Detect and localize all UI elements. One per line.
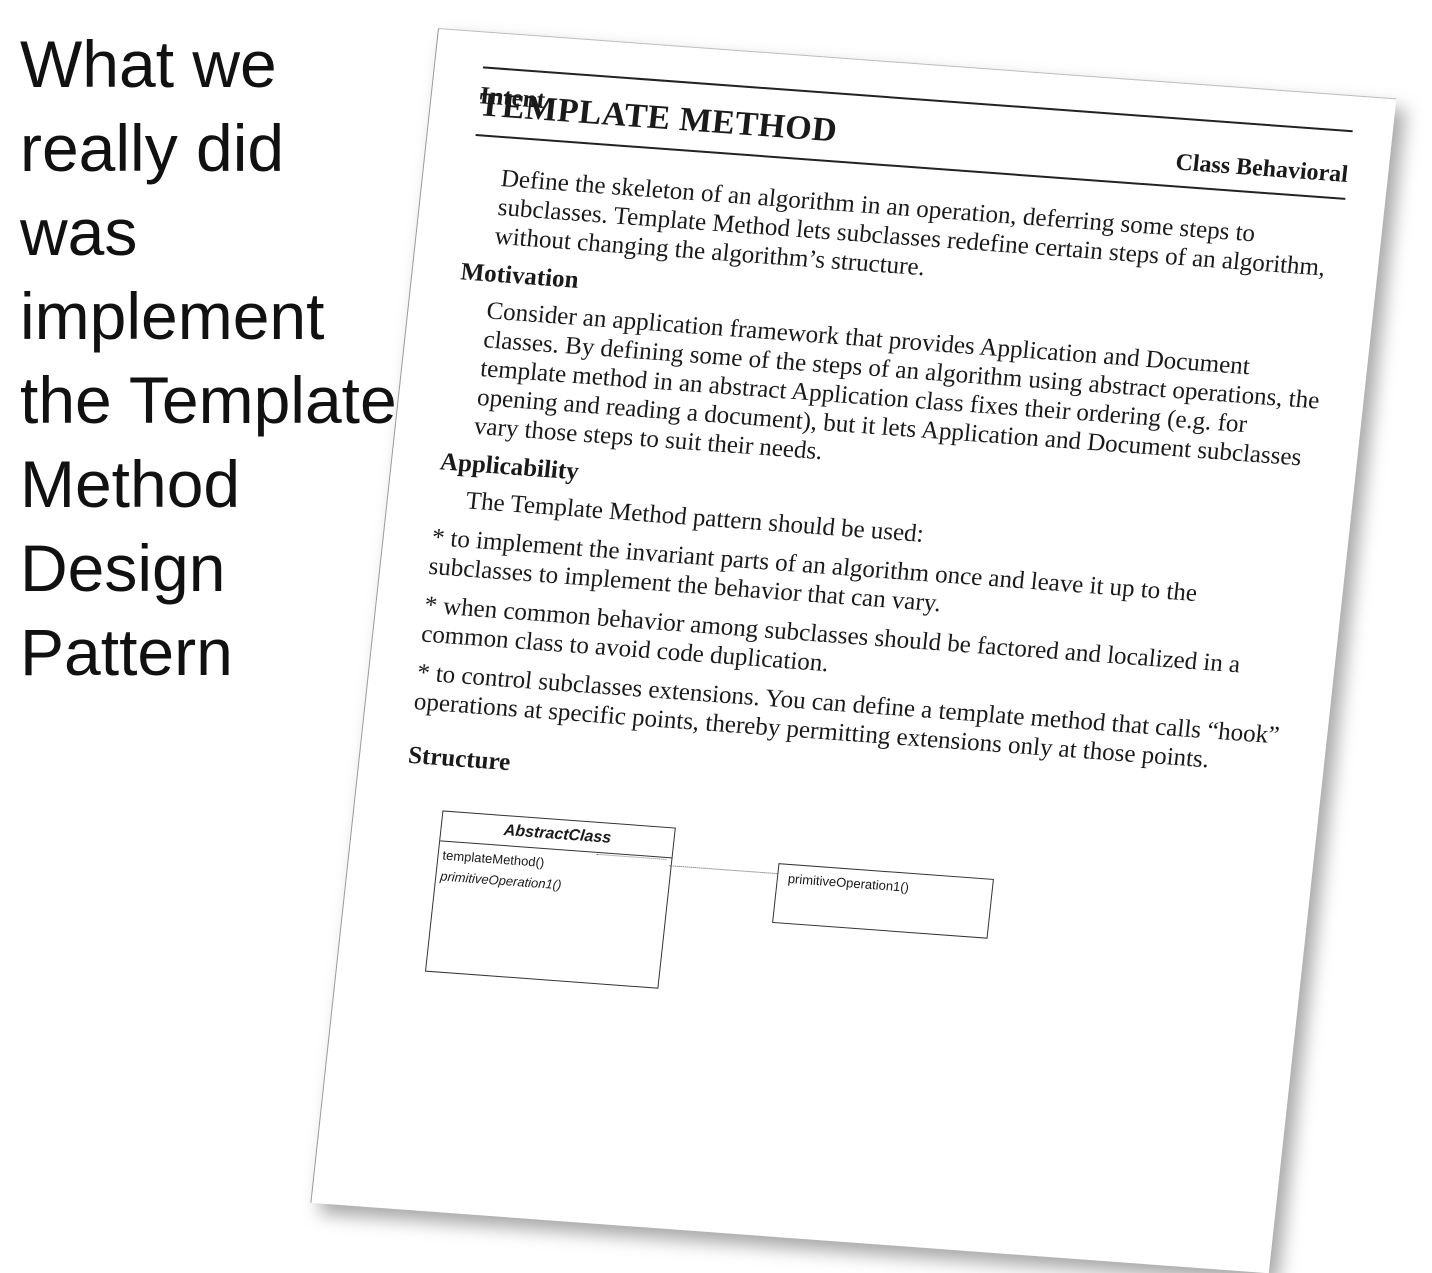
slide-title-line: What we <box>20 27 277 101</box>
document-page-content: TEMPLATE METHOD Class Behavioral Intent … <box>383 33 1357 1053</box>
slide-title-line: implement <box>20 279 325 353</box>
note-connector-line <box>669 865 778 875</box>
slide-title-line: really did <box>20 111 285 185</box>
document-page-image: TEMPLATE METHOD Class Behavioral Intent … <box>310 28 1397 1273</box>
abstract-class-box: AbstractClass templateMethod() primitive… <box>424 810 676 989</box>
structure-diagram: AbstractClass templateMethod() primitive… <box>383 790 1274 1053</box>
slide-title-line: was <box>20 195 138 269</box>
note-box: primitiveOperation1() <box>772 863 994 939</box>
document-category: Class Behavioral <box>1174 149 1350 188</box>
